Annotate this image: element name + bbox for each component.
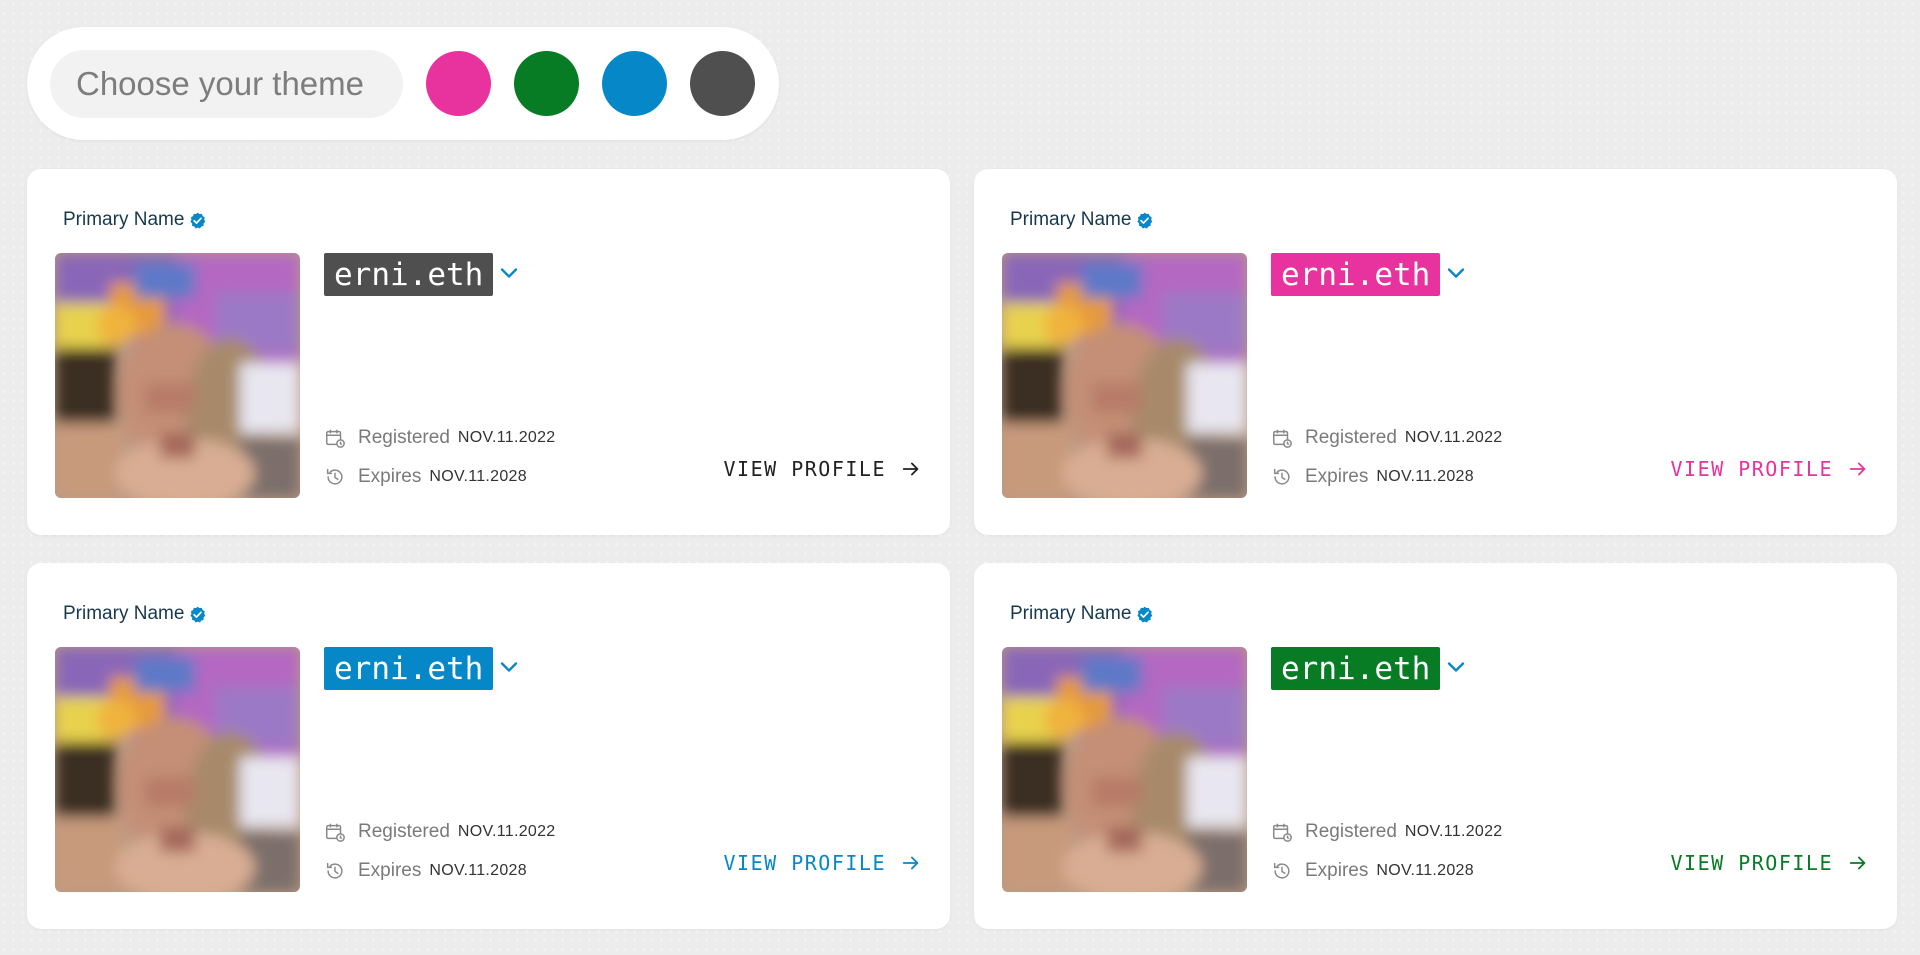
registered-label: Registered bbox=[1305, 821, 1397, 842]
registered-row: Registered NOV.11.2022 bbox=[1271, 821, 1503, 843]
registered-date: NOV.11.2022 bbox=[1404, 823, 1503, 840]
expires-label: Expires bbox=[1305, 860, 1369, 881]
view-profile-label: VIEW PROFILE bbox=[1670, 851, 1833, 875]
registered-date: NOV.11.2022 bbox=[457, 823, 556, 840]
ens-name-badge: erni.eth bbox=[1271, 253, 1441, 296]
chevron-down-icon[interactable] bbox=[1442, 259, 1470, 287]
chevron-down-icon[interactable] bbox=[495, 259, 523, 287]
primary-name-label: Primary Name bbox=[1010, 603, 1153, 625]
verified-check-icon bbox=[190, 606, 206, 622]
arrow-right-icon bbox=[1849, 462, 1866, 476]
registered-label: Registered bbox=[358, 427, 450, 448]
ens-name-badge: erni.eth bbox=[324, 647, 494, 690]
primary-name-label: Primary Name bbox=[1010, 209, 1153, 231]
expires-label: Expires bbox=[358, 466, 422, 487]
avatar bbox=[55, 647, 300, 892]
calendar-clock-icon bbox=[1273, 429, 1292, 448]
expires-date: NOV.11.2028 bbox=[1376, 468, 1474, 485]
expires-date: NOV.11.2028 bbox=[429, 862, 527, 879]
history-icon bbox=[1273, 862, 1290, 879]
history-icon bbox=[1273, 468, 1290, 485]
verified-check-icon bbox=[1137, 212, 1153, 228]
avatar bbox=[55, 253, 300, 498]
theme-picker: Choose your theme bbox=[27, 27, 779, 140]
verified-check-icon bbox=[1137, 606, 1153, 622]
profile-card-green: Primary Name erni.eth Registered NOV.11.… bbox=[974, 563, 1897, 929]
verified-check-icon bbox=[190, 212, 206, 228]
expires-row: Expires NOV.11.2028 bbox=[324, 860, 527, 882]
theme-picker-label: Choose your theme bbox=[50, 49, 403, 118]
theme-swatch-blue[interactable] bbox=[602, 51, 667, 116]
primary-name-label: Primary Name bbox=[63, 603, 206, 625]
registered-label: Registered bbox=[1305, 427, 1397, 448]
arrow-right-icon bbox=[902, 856, 919, 870]
calendar-clock-icon bbox=[326, 823, 345, 842]
expires-date: NOV.11.2028 bbox=[429, 468, 527, 485]
theme-swatch-grey[interactable] bbox=[690, 51, 755, 116]
profile-card-grey: Primary Name erni.eth Registered NOV.11.… bbox=[27, 169, 950, 535]
view-profile-link[interactable]: VIEW PROFILE bbox=[1671, 851, 1870, 875]
primary-name-text: Primary Name bbox=[63, 603, 185, 624]
registered-label: Registered bbox=[358, 821, 450, 842]
primary-name-text: Primary Name bbox=[1010, 209, 1132, 230]
primary-name-label: Primary Name bbox=[63, 209, 206, 231]
calendar-clock-icon bbox=[326, 429, 345, 448]
view-profile-label: VIEW PROFILE bbox=[723, 457, 886, 481]
arrow-right-icon bbox=[902, 462, 919, 476]
arrow-right-icon bbox=[1849, 856, 1866, 870]
registered-row: Registered NOV.11.2022 bbox=[324, 821, 556, 843]
avatar bbox=[1002, 647, 1247, 892]
expires-row: Expires NOV.11.2028 bbox=[1271, 860, 1474, 882]
profile-card-blue: Primary Name erni.eth Registered NOV.11.… bbox=[27, 563, 950, 929]
expires-row: Expires NOV.11.2028 bbox=[324, 466, 527, 488]
ens-name-badge: erni.eth bbox=[324, 253, 494, 296]
expires-row: Expires NOV.11.2028 bbox=[1271, 466, 1474, 488]
expires-date: NOV.11.2028 bbox=[1376, 862, 1474, 879]
registered-date: NOV.11.2022 bbox=[1404, 429, 1503, 446]
chevron-down-icon[interactable] bbox=[1442, 653, 1470, 681]
view-profile-link[interactable]: VIEW PROFILE bbox=[724, 851, 923, 875]
view-profile-label: VIEW PROFILE bbox=[723, 851, 886, 875]
expires-label: Expires bbox=[1305, 466, 1369, 487]
history-icon bbox=[326, 862, 343, 879]
expires-label: Expires bbox=[358, 860, 422, 881]
primary-name-text: Primary Name bbox=[1010, 603, 1132, 624]
theme-swatch-pink[interactable] bbox=[426, 51, 491, 116]
history-icon bbox=[326, 468, 343, 485]
view-profile-label: VIEW PROFILE bbox=[1670, 457, 1833, 481]
chevron-down-icon[interactable] bbox=[495, 653, 523, 681]
profile-card-pink: Primary Name erni.eth Registered NOV.11.… bbox=[974, 169, 1897, 535]
registered-row: Registered NOV.11.2022 bbox=[324, 427, 556, 449]
calendar-clock-icon bbox=[1273, 823, 1292, 842]
theme-swatch-green[interactable] bbox=[514, 51, 579, 116]
avatar bbox=[1002, 253, 1247, 498]
registered-date: NOV.11.2022 bbox=[457, 429, 556, 446]
primary-name-text: Primary Name bbox=[63, 209, 185, 230]
view-profile-link[interactable]: VIEW PROFILE bbox=[1671, 457, 1870, 481]
ens-name-badge: erni.eth bbox=[1271, 647, 1441, 690]
view-profile-link[interactable]: VIEW PROFILE bbox=[724, 457, 923, 481]
registered-row: Registered NOV.11.2022 bbox=[1271, 427, 1503, 449]
